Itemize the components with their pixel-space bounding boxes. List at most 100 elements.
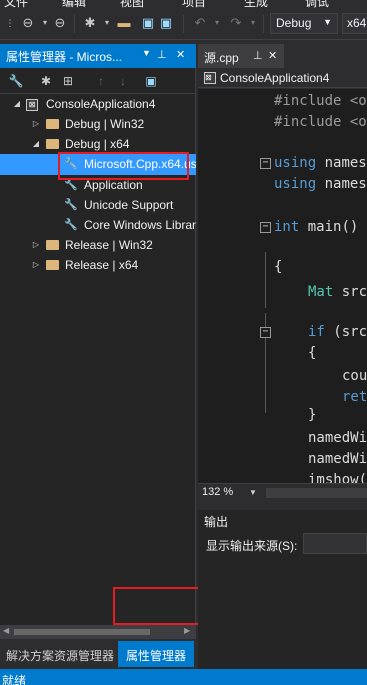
toolbar: ⋮ ⊖ ▾ ⊖ ✱ ▾ ▬ ▣ ▣ ↶ ▾ ↷ ▾ Debug ▼ x64 bbox=[0, 8, 367, 40]
annotation-highlight-box bbox=[113, 587, 205, 625]
toolbar-separator bbox=[74, 15, 75, 33]
tree-item-unicode-support[interactable]: 🔧 Unicode Support bbox=[0, 195, 196, 215]
code-line: #include <o bbox=[274, 114, 367, 130]
code-line: #include <o bbox=[274, 93, 367, 109]
folder-icon bbox=[45, 117, 59, 131]
move-up-icon[interactable]: ↑ bbox=[93, 73, 109, 89]
code-line: { bbox=[274, 259, 283, 275]
tree-item-debug-x64[interactable]: ◢ Debug | x64 bbox=[0, 134, 196, 154]
scroll-left-icon[interactable]: ◀ bbox=[3, 626, 9, 635]
tree-item-release-win32[interactable]: ▷ Release | Win32 bbox=[0, 235, 196, 255]
zoom-bar: 132 % ▼ bbox=[198, 483, 367, 501]
new-project-icon[interactable]: ✱ bbox=[82, 15, 98, 31]
wrench-icon: 🔧 bbox=[64, 199, 78, 211]
zoom-level[interactable]: 132 % bbox=[202, 486, 233, 498]
project-icon: ⊠ bbox=[204, 72, 216, 84]
toolbar-separator bbox=[263, 15, 264, 33]
folder-open-icon bbox=[45, 137, 59, 151]
expanded-arrow-icon[interactable]: ◢ bbox=[12, 94, 22, 114]
pin-icon[interactable]: ⊥ bbox=[253, 49, 263, 62]
folder-icon bbox=[45, 238, 59, 252]
document-tab[interactable]: 源.cpp ⊥ ✕ bbox=[198, 44, 284, 68]
redo-icon[interactable]: ↷ bbox=[228, 15, 244, 31]
chevron-down-icon[interactable]: ▼ bbox=[249, 488, 257, 497]
panel-title: 属性管理器 - Micros... bbox=[6, 50, 122, 64]
tree-item-label: Release | Win32 bbox=[65, 238, 153, 252]
navigation-project-label: ConsoleApplication4 bbox=[220, 71, 330, 85]
add-existing-property-sheet-icon[interactable]: ⊞ bbox=[60, 73, 76, 89]
wrench-icon: 🔧 bbox=[64, 179, 78, 191]
tree-item-project[interactable]: ◢ ⊠ ConsoleApplication4 bbox=[0, 94, 196, 114]
collapse-toggle-icon[interactable]: − bbox=[260, 158, 271, 169]
save-icon[interactable]: ▣ bbox=[140, 15, 156, 31]
forward-icon[interactable]: ⊖ bbox=[52, 15, 68, 31]
expanded-arrow-icon[interactable]: ◢ bbox=[31, 134, 41, 154]
panel-menu-dropdown-icon[interactable]: ▼ bbox=[142, 48, 151, 58]
menu-debug[interactable]: 调试 bbox=[305, 0, 329, 8]
solution-platform-dropdown[interactable]: x64 bbox=[342, 13, 367, 34]
editor-horizontal-scrollbar[interactable] bbox=[266, 488, 367, 498]
toolbar-grip-icon: ⋮ bbox=[5, 18, 15, 28]
new-dropdown-icon[interactable]: ▾ bbox=[99, 15, 115, 31]
move-down-icon[interactable]: ↓ bbox=[115, 73, 131, 89]
save-all-icon[interactable]: ▣ bbox=[158, 15, 174, 31]
code-line: namedWi bbox=[308, 451, 367, 467]
code-line: using names bbox=[274, 176, 367, 192]
navigation-bar[interactable]: ⊠ ConsoleApplication4 bbox=[198, 68, 367, 88]
back-icon[interactable]: ⊖ bbox=[20, 15, 36, 31]
close-icon[interactable]: ✕ bbox=[268, 49, 277, 62]
tree-item-label: Release | x64 bbox=[65, 258, 139, 272]
menu-edit[interactable]: 编辑 bbox=[62, 0, 86, 8]
menu-file[interactable]: 文件 bbox=[4, 0, 28, 8]
configuration-value: Debug bbox=[276, 16, 312, 30]
collapsed-arrow-icon[interactable]: ▷ bbox=[31, 255, 41, 275]
code-editor[interactable]: #include <o #include <o − using names us… bbox=[198, 89, 367, 483]
platform-value: x64 bbox=[347, 16, 367, 30]
tree-item-debug-win32[interactable]: ▷ Debug | Win32 bbox=[0, 114, 196, 134]
indent-guide bbox=[265, 252, 266, 308]
tab-property-manager[interactable]: 属性管理器 bbox=[118, 641, 195, 667]
add-new-property-sheet-icon[interactable]: ✱ bbox=[38, 73, 54, 89]
scrollbar-thumb[interactable] bbox=[14, 629, 150, 635]
close-icon[interactable]: ✕ bbox=[176, 48, 185, 61]
tab-solution-explorer[interactable]: 解决方案资源管理器 bbox=[6, 647, 114, 664]
tree-item-release-x64[interactable]: ▷ Release | x64 bbox=[0, 255, 196, 275]
scroll-right-icon[interactable]: ▶ bbox=[184, 626, 190, 635]
undo-dropdown-icon[interactable]: ▾ bbox=[209, 15, 225, 31]
back-dropdown-icon[interactable]: ▾ bbox=[37, 15, 53, 31]
code-line: imshow( bbox=[308, 472, 367, 483]
solution-configuration-dropdown[interactable]: Debug ▼ bbox=[270, 13, 338, 34]
menu-project[interactable]: 项目 bbox=[182, 0, 206, 8]
pin-icon[interactable]: ⊥ bbox=[157, 48, 167, 61]
folder-icon bbox=[45, 258, 59, 272]
undo-icon[interactable]: ↶ bbox=[192, 15, 208, 31]
code-line: ret bbox=[342, 389, 367, 405]
code-line: Mat src bbox=[308, 284, 367, 300]
open-folder-icon[interactable]: ▬ bbox=[116, 15, 132, 31]
menu-view[interactable]: 视图 bbox=[120, 0, 144, 8]
code-line: if (src bbox=[308, 324, 367, 340]
bottom-tab-strip: 解决方案资源管理器 属性管理器 bbox=[0, 639, 196, 669]
output-source-label: 显示输出来源(S): bbox=[206, 539, 298, 553]
output-title: 输出 bbox=[204, 515, 229, 529]
menu-bar: 文件 编辑 视图 项目 生成 调试 bbox=[0, 0, 367, 8]
collapse-toggle-icon[interactable]: − bbox=[260, 222, 271, 233]
annotation-highlight-box bbox=[58, 152, 189, 180]
save-icon[interactable]: ▣ bbox=[143, 73, 159, 89]
chevron-down-icon: ▼ bbox=[323, 17, 332, 27]
menu-build[interactable]: 生成 bbox=[244, 0, 268, 8]
document-tab-label: 源.cpp bbox=[204, 51, 239, 65]
collapsed-arrow-icon[interactable]: ▷ bbox=[31, 235, 41, 255]
tree-item-core-windows-libraries[interactable]: 🔧 Core Windows Libraries bbox=[0, 215, 196, 235]
properties-wrench-icon[interactable]: 🔧 bbox=[8, 73, 24, 89]
output-source-dropdown[interactable] bbox=[303, 533, 367, 554]
collapse-toggle-icon[interactable]: − bbox=[260, 327, 271, 338]
collapsed-arrow-icon[interactable]: ▷ bbox=[31, 114, 41, 134]
horizontal-scrollbar[interactable]: ◀ ▶ bbox=[0, 625, 196, 639]
tree-item-label: Debug | x64 bbox=[65, 137, 130, 151]
redo-dropdown-icon[interactable]: ▾ bbox=[245, 15, 261, 31]
tree-item-label: Unicode Support bbox=[84, 198, 174, 212]
toolbar-separator bbox=[183, 15, 184, 33]
tree-item-label: Core Windows Libraries bbox=[84, 218, 196, 232]
wrench-icon: 🔧 bbox=[64, 219, 78, 231]
